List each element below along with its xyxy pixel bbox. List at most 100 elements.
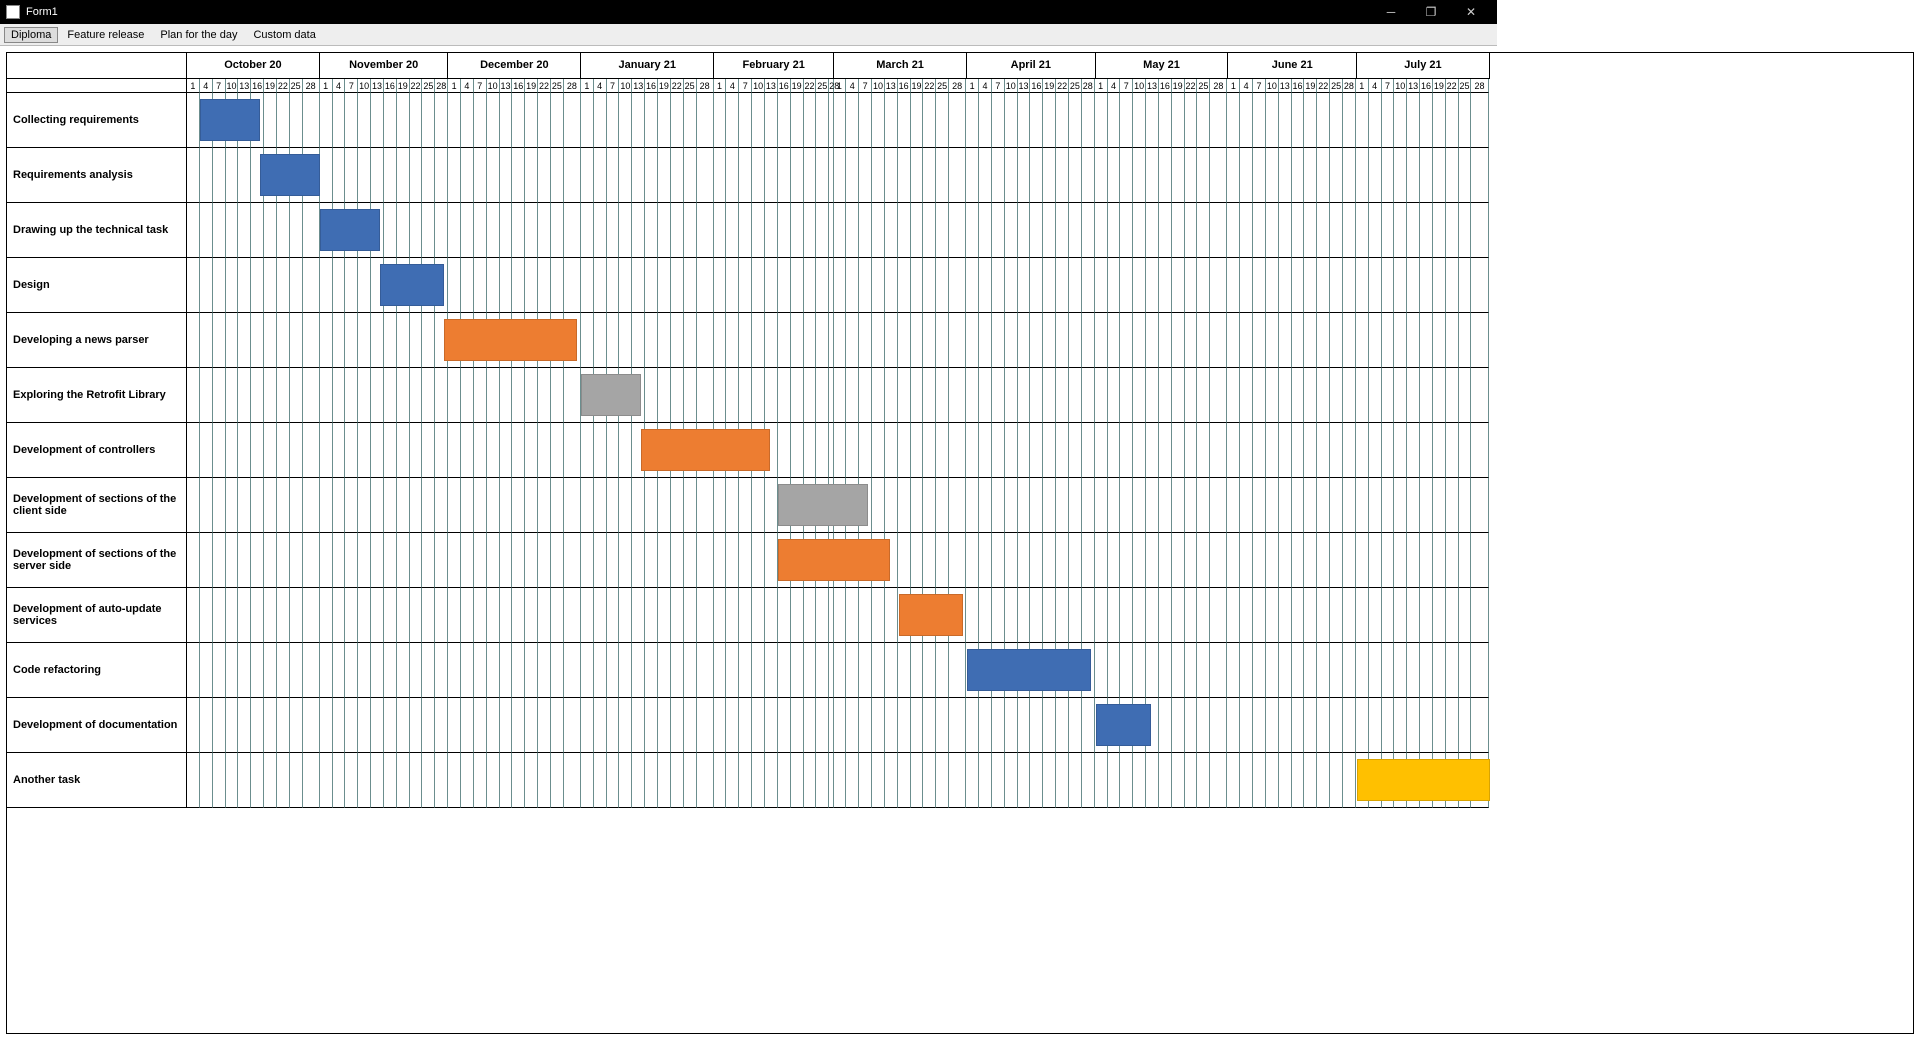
gantt-bar[interactable] <box>1096 704 1152 746</box>
grid-cell <box>333 643 346 698</box>
close-button[interactable]: ✕ <box>1451 0 1491 24</box>
grid-cell <box>187 478 200 533</box>
gantt-bar[interactable] <box>967 649 1091 691</box>
day-header: 28 <box>1343 79 1356 93</box>
grid-cell <box>1292 368 1305 423</box>
grid-cell <box>581 313 594 368</box>
grid-cell <box>1095 588 1108 643</box>
grid-cell <box>1005 203 1018 258</box>
grid-cell <box>1197 643 1210 698</box>
grid-cell <box>684 643 697 698</box>
grid-cell <box>1304 93 1317 148</box>
gantt-bar[interactable] <box>778 539 889 581</box>
grid-cell <box>632 313 645 368</box>
grid-cell <box>859 148 872 203</box>
grid-cell <box>525 533 538 588</box>
task-row: Developing a news parser <box>7 313 1913 368</box>
grid-cell <box>277 423 290 478</box>
task-label: Drawing up the technical task <box>7 203 187 258</box>
grid-cell <box>697 533 714 588</box>
toolbar-button-plan-for-the-day[interactable]: Plan for the day <box>153 27 244 43</box>
grid-cell <box>1197 588 1210 643</box>
grid-cell <box>872 643 885 698</box>
grid-cell <box>397 533 410 588</box>
grid-cell <box>303 698 320 753</box>
grid-cell <box>200 588 213 643</box>
grid-cell <box>1018 533 1031 588</box>
task-label: Design <box>7 258 187 313</box>
grid-cell <box>1095 368 1108 423</box>
grid-cell <box>1317 203 1330 258</box>
grid-cell <box>525 423 538 478</box>
grid-cell <box>251 698 264 753</box>
grid-cell <box>277 258 290 313</box>
grid-cell <box>1120 313 1133 368</box>
grid-cell <box>1317 753 1330 808</box>
grid-cell <box>1133 478 1146 533</box>
grid-cell <box>1172 753 1185 808</box>
grid-cell <box>1459 258 1472 313</box>
grid-cell <box>1446 258 1459 313</box>
gantt-bar[interactable] <box>200 99 260 141</box>
grid-cell <box>1382 478 1395 533</box>
grid-cell <box>1069 588 1082 643</box>
grid-cell <box>1394 258 1407 313</box>
grid-cell <box>251 423 264 478</box>
grid-cell <box>1471 423 1488 478</box>
grid-cell <box>213 588 226 643</box>
gantt-bar[interactable] <box>899 594 963 636</box>
grid-cell <box>410 148 423 203</box>
grid-cell <box>320 423 333 478</box>
grid-cell <box>1279 368 1292 423</box>
day-header: 25 <box>1197 79 1210 93</box>
grid-cell <box>949 533 966 588</box>
task-label: Requirements analysis <box>7 148 187 203</box>
day-header: 19 <box>1304 79 1317 93</box>
grid-cell <box>1030 698 1043 753</box>
grid-cell <box>1146 203 1159 258</box>
grid-cell <box>512 698 525 753</box>
grid-cell <box>1018 423 1031 478</box>
grid-cell <box>1108 643 1121 698</box>
grid-cell <box>213 368 226 423</box>
gantt-bar[interactable] <box>1357 759 1490 801</box>
day-header: 19 <box>791 79 804 93</box>
grid-cell <box>949 258 966 313</box>
grid-cell <box>1159 533 1172 588</box>
gantt-bar[interactable] <box>581 374 641 416</box>
grid-cell <box>594 643 607 698</box>
grid-cell <box>1172 533 1185 588</box>
toolbar-button-feature-release[interactable]: Feature release <box>60 27 151 43</box>
day-header: 22 <box>538 79 551 93</box>
grid-cell <box>264 643 277 698</box>
grid-cell <box>371 148 384 203</box>
grid-cell <box>435 93 448 148</box>
toolbar-button-diploma[interactable]: Diploma <box>4 27 58 43</box>
grid-cell <box>410 753 423 808</box>
grid-cell <box>422 588 435 643</box>
grid-cell <box>213 533 226 588</box>
grid-cell <box>213 698 226 753</box>
grid-cell <box>1407 93 1420 148</box>
maximize-button[interactable]: ❐ <box>1411 0 1451 24</box>
gantt-bar[interactable] <box>641 429 770 471</box>
minimize-button[interactable]: ─ <box>1371 0 1411 24</box>
grid-cell <box>264 698 277 753</box>
toolbar-button-custom-data[interactable]: Custom data <box>246 27 322 43</box>
grid-cell <box>1120 643 1133 698</box>
day-header: 28 <box>435 79 448 93</box>
grid-cell <box>448 423 461 478</box>
grid-cell <box>1146 643 1159 698</box>
day-header: 28 <box>303 79 320 93</box>
grid-cell <box>594 258 607 313</box>
grid-cell <box>816 698 829 753</box>
gantt-bar[interactable] <box>444 319 577 361</box>
grid-cell <box>525 588 538 643</box>
grid-cell <box>804 148 817 203</box>
gantt-bar[interactable] <box>380 264 444 306</box>
grid-cell <box>671 698 684 753</box>
day-header: 19 <box>1172 79 1185 93</box>
gantt-bar[interactable] <box>778 484 868 526</box>
gantt-bar[interactable] <box>320 209 380 251</box>
gantt-bar[interactable] <box>260 154 320 196</box>
